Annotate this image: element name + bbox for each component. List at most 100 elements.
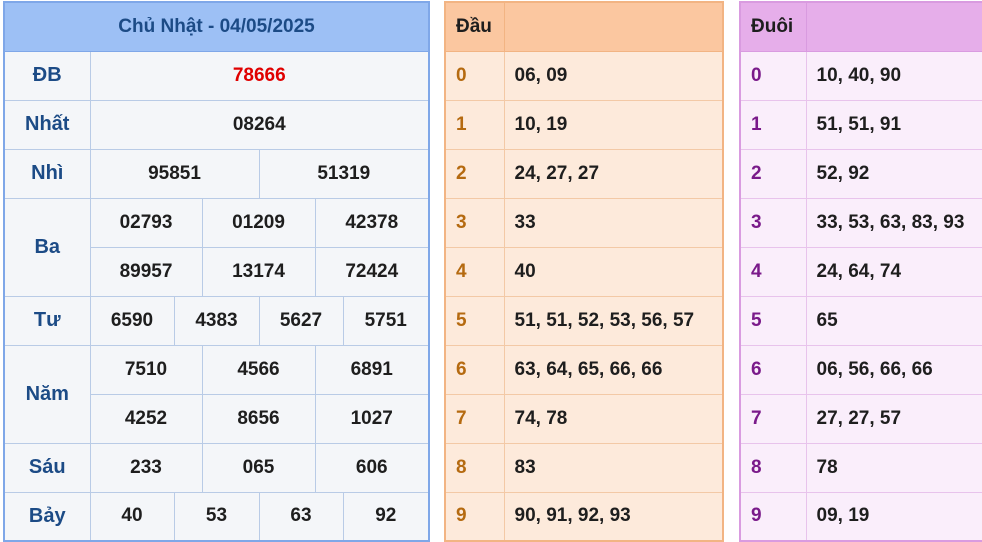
dau-row: 1 10, 19 <box>444 99 724 150</box>
duoi-digit: 1 <box>739 99 807 150</box>
duoi-values: 65 <box>805 295 982 346</box>
dau-row: 4 40 <box>444 246 724 297</box>
duoi-digit: 3 <box>739 197 807 248</box>
duoi-row: 5 65 <box>739 295 982 346</box>
prize-value-tu: 6590 <box>89 295 175 346</box>
dau-table: Đầu 0 06, 09 1 10, 19 2 24, 27, 27 3 33 4 40 … <box>444 1 724 542</box>
dau-digit: 3 <box>444 197 505 248</box>
duoi-table: Đuôi 0 10, 40, 90 1 51, 51, 91 2 52, 92 3 33… <box>739 1 982 542</box>
results-title: Chủ Nhật - 04/05/2025 <box>3 1 430 52</box>
duoi-header-empty <box>805 1 982 52</box>
dau-values: 74, 78 <box>503 393 724 444</box>
prize-value-sau: 233 <box>89 442 203 493</box>
duoi-digit: 8 <box>739 442 807 493</box>
duoi-digit: 7 <box>739 393 807 444</box>
prize-row-sau: Sáu 233 065 606 <box>3 442 430 493</box>
duoi-row: 3 33, 53, 63, 83, 93 <box>739 197 982 248</box>
dau-row: 7 74, 78 <box>444 393 724 444</box>
dau-values: 33 <box>503 197 724 248</box>
dau-digit: 2 <box>444 148 505 199</box>
prize-label-sau: Sáu <box>3 442 91 493</box>
dau-digit: 4 <box>444 246 505 297</box>
prize-value-nam: 4252 <box>89 393 203 444</box>
duoi-row: 2 52, 92 <box>739 148 982 199</box>
dau-row: 5 51, 51, 52, 53, 56, 57 <box>444 295 724 346</box>
duoi-values: 10, 40, 90 <box>805 50 982 101</box>
duoi-values: 33, 53, 63, 83, 93 <box>805 197 982 248</box>
prize-row-nam: Năm 7510 4566 6891 <box>3 344 430 444</box>
prize-label-nam: Năm <box>3 344 91 444</box>
prize-value-nhat: 08264 <box>89 99 430 150</box>
dau-values: 06, 09 <box>503 50 724 101</box>
prize-label-nhi: Nhì <box>3 148 91 199</box>
prize-label-tu: Tư <box>3 295 91 346</box>
duoi-values: 27, 27, 57 <box>805 393 982 444</box>
dau-row: 3 33 <box>444 197 724 248</box>
dau-digit: 5 <box>444 295 505 346</box>
prize-value-nhi: 95851 <box>89 148 260 199</box>
duoi-digit: 4 <box>739 246 807 297</box>
prize-value-tu: 5627 <box>258 295 344 346</box>
prize-value-tu: 5751 <box>342 295 430 346</box>
prize-value-nam: 4566 <box>201 344 316 395</box>
dau-values: 51, 51, 52, 53, 56, 57 <box>503 295 724 346</box>
duoi-header-row: Đuôi <box>739 1 982 52</box>
prize-value-nam: 7510 <box>89 344 203 395</box>
prize-label-ba: Ba <box>3 197 91 297</box>
prize-value-sau: 065 <box>201 442 316 493</box>
dau-digit: 1 <box>444 99 505 150</box>
dau-values: 63, 64, 65, 66, 66 <box>503 344 724 395</box>
prize-value-nam: 8656 <box>201 393 316 444</box>
dau-header-row: Đầu <box>444 1 724 52</box>
prize-value-ba: 13174 <box>201 246 316 297</box>
duoi-row: 4 24, 64, 74 <box>739 246 982 297</box>
duoi-digit: 0 <box>739 50 807 101</box>
duoi-digit: 2 <box>739 148 807 199</box>
prize-value-ba: 01209 <box>201 197 316 248</box>
prize-value-tu: 4383 <box>173 295 260 346</box>
dau-row: 6 63, 64, 65, 66, 66 <box>444 344 724 395</box>
prize-row-nhat: Nhất 08264 <box>3 99 430 150</box>
duoi-values: 52, 92 <box>805 148 982 199</box>
dau-header: Đầu <box>444 1 505 52</box>
results-table: Chủ Nhật - 04/05/2025 ĐB 78666 Nhất 0826… <box>3 1 431 542</box>
duoi-values: 24, 64, 74 <box>805 246 982 297</box>
prize-value-ba: 02793 <box>89 197 203 248</box>
prize-value-nam: 1027 <box>314 393 430 444</box>
prize-label-nhat: Nhất <box>3 99 91 150</box>
prize-label-db: ĐB <box>3 50 91 101</box>
dau-digit: 7 <box>444 393 505 444</box>
prize-row-nhi: Nhì 95851 51319 <box>3 148 430 199</box>
prize-row-tu: Tư 6590 4383 5627 5751 <box>3 295 430 346</box>
dau-values: 24, 27, 27 <box>503 148 724 199</box>
prize-value-ba: 42378 <box>314 197 430 248</box>
prize-row-ba: Ba 02793 01209 42378 <box>3 197 430 297</box>
prize-value-ba: 89957 <box>89 246 203 297</box>
duoi-row: 0 10, 40, 90 <box>739 50 982 101</box>
dau-values: 83 <box>503 442 724 493</box>
prize-value-nhi: 51319 <box>258 148 430 199</box>
duoi-row: 7 27, 27, 57 <box>739 393 982 444</box>
dau-row: 2 24, 27, 27 <box>444 148 724 199</box>
duoi-row: 6 06, 56, 66, 66 <box>739 344 982 395</box>
duoi-row: 8 78 <box>739 442 982 493</box>
dau-digit: 6 <box>444 344 505 395</box>
dau-digit: 8 <box>444 442 505 493</box>
duoi-header: Đuôi <box>739 1 807 52</box>
prize-value-sau: 606 <box>314 442 430 493</box>
dau-digit: 0 <box>444 50 505 101</box>
duoi-row: 1 51, 51, 91 <box>739 99 982 150</box>
prize-value-nam: 6891 <box>314 344 430 395</box>
duoi-digit: 6 <box>739 344 807 395</box>
dau-row: 8 83 <box>444 442 724 493</box>
prize-value-db: 78666 <box>89 50 430 101</box>
dau-row: 0 06, 09 <box>444 50 724 101</box>
duoi-digit: 5 <box>739 295 807 346</box>
dau-values: 40 <box>503 246 724 297</box>
dau-values: 10, 19 <box>503 99 724 150</box>
dau-header-empty <box>503 1 724 52</box>
duoi-values: 78 <box>805 442 982 493</box>
duoi-values: 51, 51, 91 <box>805 99 982 150</box>
prize-value-ba: 72424 <box>314 246 430 297</box>
duoi-values: 06, 56, 66, 66 <box>805 344 982 395</box>
